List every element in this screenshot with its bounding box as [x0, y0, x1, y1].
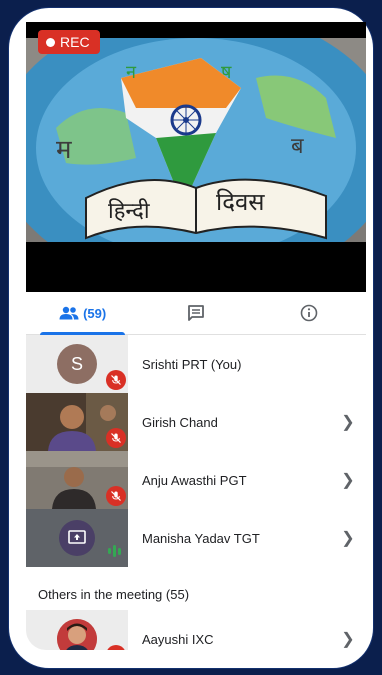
participant-row[interactable]: S Srishti PRT (You)	[26, 335, 366, 393]
chat-icon	[188, 305, 204, 321]
participant-tile	[26, 610, 128, 650]
mic-off-icon	[106, 370, 126, 390]
chevron-right-icon[interactable]: ❯	[336, 528, 360, 548]
info-icon	[301, 304, 318, 322]
recording-label: REC	[60, 34, 90, 50]
avatar	[57, 619, 97, 650]
participant-tile: S	[26, 335, 128, 393]
map-letter-4: ब	[291, 134, 304, 159]
participant-name: Srishti PRT (You)	[142, 356, 242, 372]
mic-off-icon	[106, 486, 126, 506]
chevron-right-icon[interactable]: ❯	[336, 629, 360, 649]
participant-tile	[26, 393, 128, 451]
participant-tile	[26, 509, 128, 567]
others-section-heading: Others in the meeting (55)	[38, 587, 190, 602]
participant-row[interactable]: Manisha Yadav TGT ❯	[26, 509, 366, 567]
mic-off-icon	[106, 428, 126, 448]
avatar: S	[57, 344, 97, 384]
chevron-right-icon[interactable]: ❯	[336, 470, 360, 490]
participant-name: Manisha Yadav TGT	[142, 530, 260, 546]
presenting-icon	[59, 520, 95, 556]
people-icon	[59, 306, 79, 320]
participant-list: S Srishti PRT (You) Girish Chand ❯ Anju …	[26, 335, 366, 567]
avatar-initial: S	[70, 353, 83, 374]
rangoli-video-frame: म न ष ब हिन्दी दिवस	[26, 38, 366, 242]
record-dot-icon	[46, 37, 55, 47]
recording-badge: REC	[38, 30, 100, 54]
participant-name: Aayushi IXC	[142, 631, 214, 647]
book-text-right: दिवस	[216, 188, 265, 216]
audio-level-icon	[108, 545, 121, 557]
mic-off-icon	[106, 645, 126, 650]
participant-name: Girish Chand	[142, 414, 218, 430]
participant-row[interactable]: Girish Chand ❯	[26, 393, 366, 451]
participant-row[interactable]: Aayushi IXC ❯	[26, 610, 366, 650]
book-text-left: हिन्दी	[108, 198, 150, 224]
people-count: (59)	[83, 305, 107, 321]
tab-chat[interactable]	[139, 292, 252, 334]
tab-people[interactable]: (59)	[26, 292, 139, 335]
participant-row[interactable]: Anju Awasthi PGT ❯	[26, 451, 366, 509]
chevron-right-icon[interactable]: ❯	[336, 412, 360, 432]
map-letter-1: म	[56, 135, 72, 165]
map-letter-3: ष	[221, 62, 232, 83]
map-letter-2: न	[126, 62, 137, 83]
panel-tabs: (59)	[26, 292, 366, 335]
participant-name: Anju Awasthi PGT	[142, 472, 247, 488]
tab-info[interactable]	[253, 292, 366, 334]
participant-tile	[26, 451, 128, 509]
main-video[interactable]: म न ष ब हिन्दी दिवस REC	[26, 22, 366, 292]
meeting-screen: म न ष ब हिन्दी दिवस REC (59) S Srishti P…	[26, 22, 366, 650]
